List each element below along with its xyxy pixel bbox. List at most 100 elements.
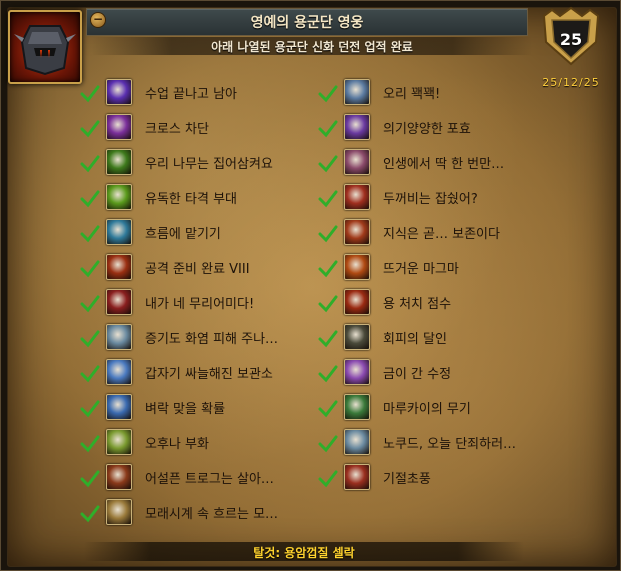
criteria-label: 공격 준비 완료 VIII	[145, 262, 250, 277]
checkmark-icon	[80, 470, 100, 488]
points-shield: 25	[538, 6, 604, 68]
skull-icon	[344, 149, 370, 175]
criteria-label: 우리 나무는 집어삼켜요	[145, 157, 273, 172]
checkmark-icon	[80, 295, 100, 313]
criteria-item[interactable]: 벼락 맞을 확률	[80, 393, 310, 428]
checkmark-icon	[80, 435, 100, 453]
checkmark-icon	[80, 505, 100, 523]
checkmark-icon	[318, 435, 338, 453]
criteria-item[interactable]: 두꺼비는 잡쉈어?	[318, 183, 548, 218]
checkmark-icon	[318, 400, 338, 418]
criteria-label: 금이 간 수정	[383, 367, 452, 382]
criteria-item[interactable]: 용 처치 점수	[318, 288, 548, 323]
criteria-item[interactable]: 인생에서 딱 한 번만…	[318, 148, 548, 183]
criteria-label: 지식은 곧… 보존이다	[383, 227, 500, 242]
cracked-crystal-icon	[344, 359, 370, 385]
criteria-label: 뜨거운 마그마	[383, 262, 459, 277]
criteria-item[interactable]: 공격 준비 완료 VIII	[80, 253, 310, 288]
criteria-item[interactable]: 어설픈 트로그는 살아…	[80, 463, 310, 498]
water-creature-icon	[106, 219, 132, 245]
criteria-item[interactable]: 모래시계 속 흐르는 모…	[80, 498, 310, 533]
reward-bar: 탈것: 용암껍질 셀락	[84, 542, 524, 561]
criteria-label: 인생에서 딱 한 번만…	[383, 157, 505, 172]
criteria-item[interactable]: 흐름에 맡기기	[80, 218, 310, 253]
checkmark-icon	[80, 120, 100, 138]
stun-icon	[344, 464, 370, 490]
green-spikes-icon	[106, 149, 132, 175]
tome-icon	[344, 219, 370, 245]
purple-beast-icon	[106, 114, 132, 140]
weapon-icon	[344, 394, 370, 420]
criteria-list-right: 오리 꽥꽥! 의기양양한 포효인생에서 딱 한 번만… 두꺼비는 잡쉈어? 지식은 곧…	[318, 78, 548, 498]
criteria-label: 노쿠드, 오늘 단죄하러…	[383, 437, 517, 452]
checkmark-icon	[80, 365, 100, 383]
criteria-item[interactable]: 우리 나무는 집어삼켜요	[80, 148, 310, 183]
criteria-label: 두꺼비는 잡쉈어?	[383, 192, 478, 207]
criteria-item[interactable]: 노쿠드, 오늘 단죄하러…	[318, 428, 548, 463]
criteria-label: 기절초풍	[383, 472, 431, 487]
achievement-description: 아래 나열된 용군단 신화 던전 업적 완료	[211, 40, 413, 54]
criteria-label: 오후나 부화	[145, 437, 209, 452]
criteria-item[interactable]: 의기양양한 포효	[318, 113, 548, 148]
green-egg-icon	[106, 429, 132, 455]
checkmark-icon	[318, 470, 338, 488]
roar-icon	[344, 114, 370, 140]
checkmark-icon	[318, 155, 338, 173]
checkmark-icon	[318, 295, 338, 313]
checkmark-icon	[80, 85, 100, 103]
storm-icon	[344, 429, 370, 455]
minus-icon: −	[92, 12, 104, 26]
criteria-label: 모래시계 속 흐르는 모…	[145, 507, 279, 522]
red-slashes-icon	[106, 254, 132, 280]
criteria-item[interactable]: 증기도 화염 피해 주나…	[80, 323, 310, 358]
duck-icon	[344, 79, 370, 105]
checkmark-icon	[80, 155, 100, 173]
checkmark-icon	[318, 190, 338, 208]
criteria-item[interactable]: 기절초풍	[318, 463, 548, 498]
criteria-item[interactable]: 크로스 차단	[80, 113, 310, 148]
collapse-button[interactable]: −	[90, 12, 106, 28]
checkmark-icon	[318, 260, 338, 278]
checkmark-icon	[318, 365, 338, 383]
criteria-item[interactable]: 마루카이의 무기	[318, 393, 548, 428]
criteria-label: 오리 꽥꽥!	[383, 87, 441, 102]
criteria-item[interactable]: 갑자기 싸늘해진 보관소	[80, 358, 310, 393]
criteria-item[interactable]: 내가 네 무리어미다!	[80, 288, 310, 323]
title-bar: 영예의 용군단 영웅	[86, 8, 528, 36]
criteria-label: 수업 끝나고 남아	[145, 87, 237, 102]
toad-icon	[344, 184, 370, 210]
steam-swirl-icon	[106, 324, 132, 350]
hourglass-icon	[106, 499, 132, 525]
checkmark-icon	[318, 85, 338, 103]
criteria-item[interactable]: 오리 꽥꽥!	[318, 78, 548, 113]
achievement-title: 영예의 용군단 영웅	[250, 15, 364, 31]
criteria-item[interactable]: 금이 간 수정	[318, 358, 548, 393]
criteria-label: 어설픈 트로그는 살아…	[145, 472, 274, 487]
criteria-item[interactable]: 오후나 부화	[80, 428, 310, 463]
lightning-icon	[106, 394, 132, 420]
checkmark-icon	[318, 225, 338, 243]
criteria-label: 벼락 맞을 확률	[145, 402, 226, 417]
criteria-label: 용 처치 점수	[383, 297, 452, 312]
criteria-item[interactable]: 수업 끝나고 남아	[80, 78, 310, 113]
magma-icon	[344, 254, 370, 280]
checkmark-icon	[80, 400, 100, 418]
criteria-label: 마루카이의 무기	[383, 402, 471, 417]
criteria-item[interactable]: 유독한 타격 부대	[80, 183, 310, 218]
arcane-orb-icon	[106, 79, 132, 105]
criteria-label: 갑자기 싸늘해진 보관소	[145, 367, 273, 382]
frost-crystal-icon	[106, 359, 132, 385]
checkmark-icon	[318, 120, 338, 138]
criteria-label: 유독한 타격 부대	[145, 192, 237, 207]
criteria-label: 의기양양한 포효	[383, 122, 471, 137]
achievement-points: 25	[559, 30, 583, 49]
criteria-item[interactable]: 지식은 곧… 보존이다	[318, 218, 548, 253]
criteria-list-left: 수업 끝나고 남아크로스 차단우리 나무는 집어삼켜요유독한 타격 부대흐름에 …	[80, 78, 310, 533]
checkmark-icon	[80, 225, 100, 243]
checkmark-icon	[80, 190, 100, 208]
helmet-icon[interactable]	[8, 10, 82, 84]
criteria-item[interactable]: 뜨거운 마그마	[318, 253, 548, 288]
dragon-kill-icon	[344, 289, 370, 315]
criteria-label: 흐름에 맡기기	[145, 227, 221, 242]
criteria-item[interactable]: 회피의 달인	[318, 323, 548, 358]
